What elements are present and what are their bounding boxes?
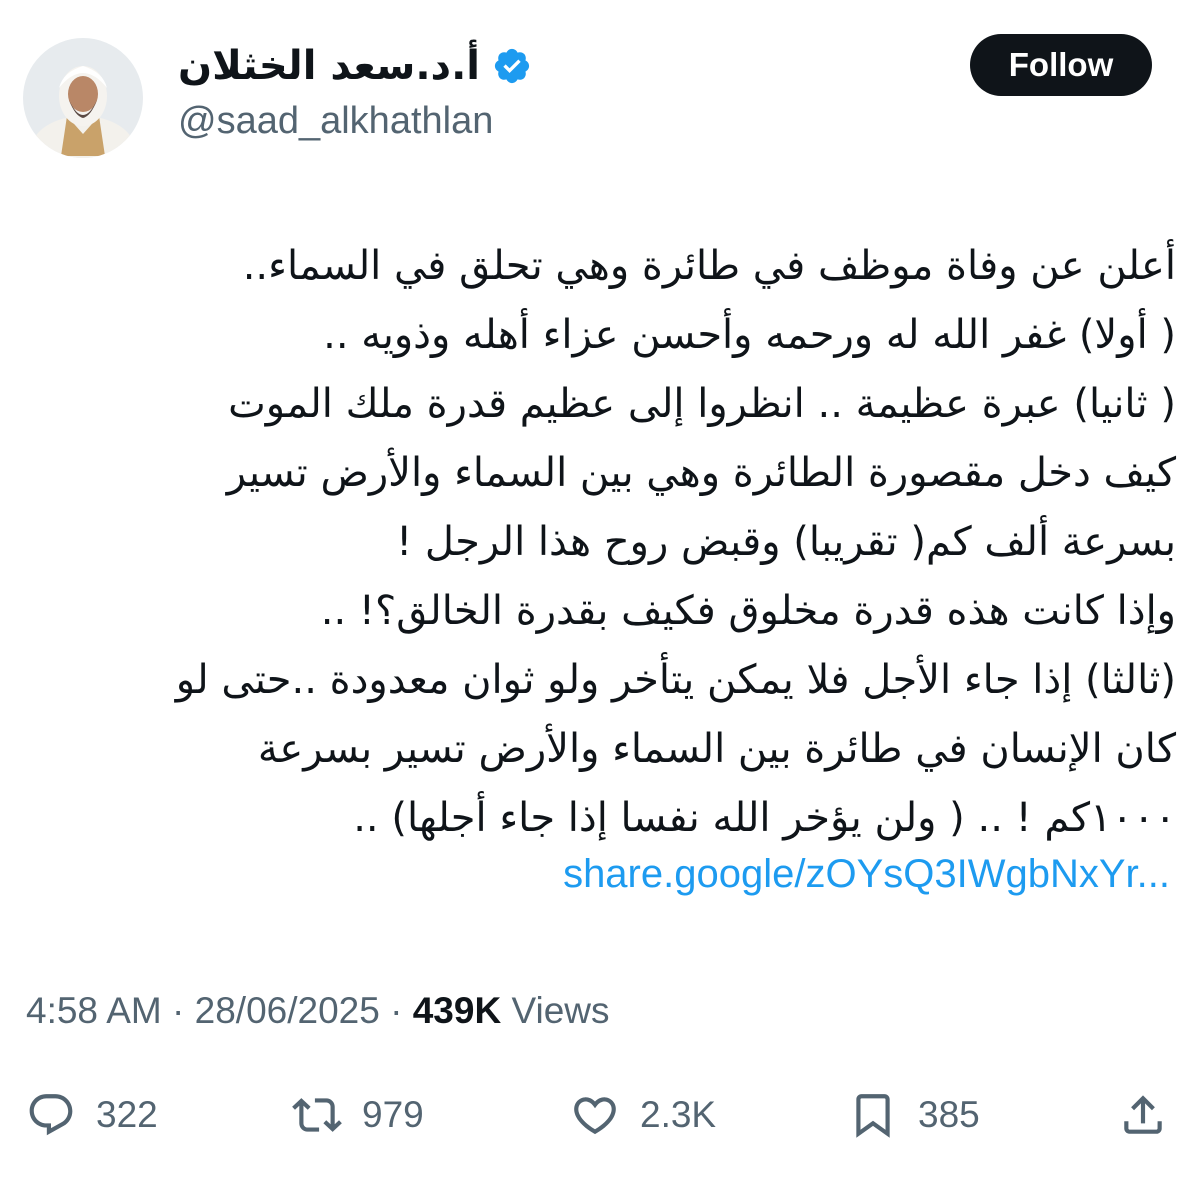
tweet-link[interactable]: share.google/zOYsQ3IWgbNxYr... <box>563 852 1170 897</box>
views-count: 439K <box>412 990 502 1031</box>
views-label: Views <box>501 990 610 1031</box>
tweet-text: أعلن عن وفاة موظف في طائرة وهي تحلق في ا… <box>16 232 1176 853</box>
display-name[interactable]: أ.د.سعد الخثلان <box>178 43 480 89</box>
share-button[interactable] <box>1118 1070 1168 1160</box>
reply-count: 322 <box>96 1094 158 1135</box>
tweet-time[interactable]: 4:58 AM <box>26 990 162 1031</box>
heart-icon <box>574 1097 616 1135</box>
meta-separator: · <box>379 990 413 1031</box>
action-bar: 322 979 2.3K 385 <box>0 1070 1200 1160</box>
author-identity: أ.د.سعد الخثلان @saad_alkhathlan <box>178 36 598 143</box>
tweet-line: كيف دخل مقصورة الطائرة وهي بين السماء وا… <box>226 450 1176 496</box>
bookmark-icon <box>856 1094 890 1138</box>
tweet-header: أ.د.سعد الخثلان @saad_alkhathlan Follow <box>0 0 1200 180</box>
tweet-card: أ.د.سعد الخثلان @saad_alkhathlan Follow … <box>0 0 1200 1178</box>
tweet-meta: 4:58 AM · 28/06/2025 · 439K Views <box>26 990 610 1032</box>
share-icon <box>1124 1095 1162 1134</box>
like-count: 2.3K <box>640 1094 717 1135</box>
retweet-count: 979 <box>362 1094 424 1135</box>
avatar[interactable] <box>23 38 143 158</box>
bookmark-count: 385 <box>918 1094 980 1135</box>
reply-button[interactable]: 322 <box>26 1070 158 1160</box>
follow-button[interactable]: Follow <box>970 34 1152 96</box>
retweet-button[interactable]: 979 <box>292 1070 424 1160</box>
tweet-line: ( ثانيا) عبرة عظيمة .. انظروا إلى عظيم ق… <box>228 381 1176 427</box>
tweet-line: (ثالثا) إذا جاء الأجل فلا يمكن يتأخر ولو… <box>175 657 1176 703</box>
author-handle[interactable]: @saad_alkhathlan <box>178 100 598 143</box>
reply-icon <box>29 1094 73 1136</box>
verified-badge-icon <box>494 48 530 84</box>
bookmark-button[interactable]: 385 <box>848 1070 980 1160</box>
tweet-line: أعلن عن وفاة موظف في طائرة وهي تحلق في ا… <box>242 243 1176 289</box>
meta-separator: · <box>161 990 195 1031</box>
tweet-line: كان الإنسان في طائرة بين السماء والأرض ت… <box>257 726 1176 772</box>
tweet-line: بسرعة ألف كم( تقريبا) وقبض روح هذا الرجل… <box>396 519 1176 565</box>
tweet-line: ( أولا) غفر الله له ورحمه وأحسن عزاء أهل… <box>323 312 1176 358</box>
tweet-line: وإذا كانت هذه قدرة مخلوق فكيف بقدرة الخا… <box>320 588 1176 634</box>
tweet-line: ١٠٠٠كم ! .. ( ولن يؤخر الله نفسا إذا جاء… <box>353 795 1176 841</box>
like-button[interactable]: 2.3K <box>570 1070 716 1160</box>
tweet-date[interactable]: 28/06/2025 <box>195 990 380 1031</box>
avatar-image <box>23 38 143 158</box>
retweet-icon <box>292 1098 342 1132</box>
name-row: أ.د.سعد الخثلان <box>178 36 598 96</box>
